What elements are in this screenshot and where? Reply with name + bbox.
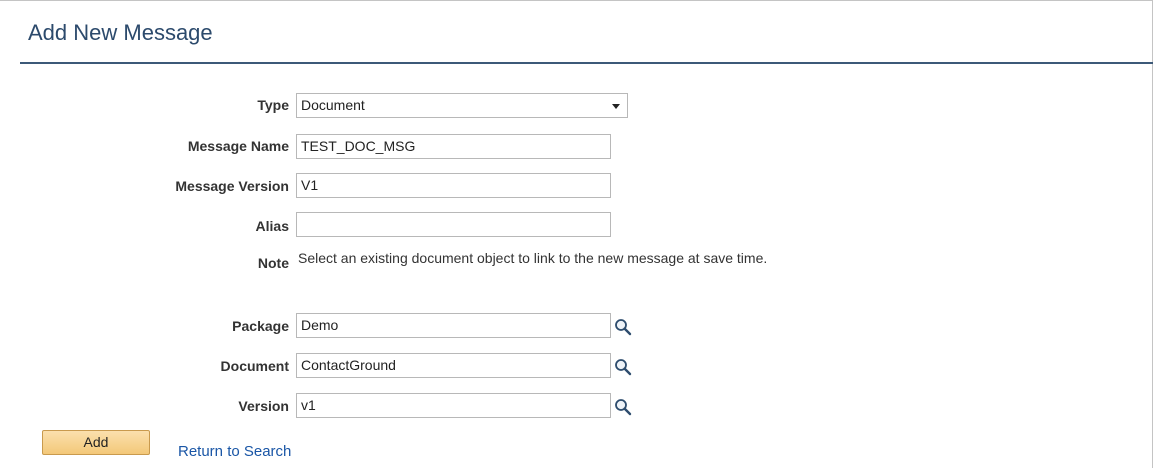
alias-label: Alias bbox=[255, 218, 289, 234]
package-lookup-search-icon[interactable] bbox=[614, 318, 632, 336]
page-title: Add New Message bbox=[28, 20, 213, 45]
message-version-label: Message Version bbox=[175, 178, 289, 194]
message-name-label: Message Name bbox=[187, 138, 289, 154]
alias-input[interactable] bbox=[296, 212, 611, 237]
chevron-down-icon bbox=[612, 104, 620, 109]
version-label: Version bbox=[238, 398, 289, 414]
package-label: Package bbox=[232, 318, 289, 334]
type-label: Type bbox=[257, 97, 289, 113]
message-name-input[interactable]: TEST_DOC_MSG bbox=[296, 134, 611, 159]
document-input[interactable]: ContactGround bbox=[296, 353, 611, 378]
type-select-value: Document bbox=[301, 97, 365, 113]
add-button[interactable]: Add bbox=[42, 430, 150, 455]
package-input[interactable]: Demo bbox=[296, 313, 611, 338]
note-label: Note bbox=[257, 255, 289, 271]
return-to-search-link[interactable]: Return to Search bbox=[178, 443, 291, 460]
title-divider bbox=[20, 62, 1153, 64]
document-lookup-search-icon[interactable] bbox=[614, 358, 632, 376]
document-label: Document bbox=[220, 358, 289, 374]
type-select[interactable]: Document bbox=[296, 93, 628, 118]
note-text: Select an existing document object to li… bbox=[298, 250, 768, 266]
message-version-input[interactable]: V1 bbox=[296, 173, 611, 198]
version-lookup-search-icon[interactable] bbox=[614, 398, 632, 416]
version-input[interactable]: v1 bbox=[296, 393, 611, 418]
